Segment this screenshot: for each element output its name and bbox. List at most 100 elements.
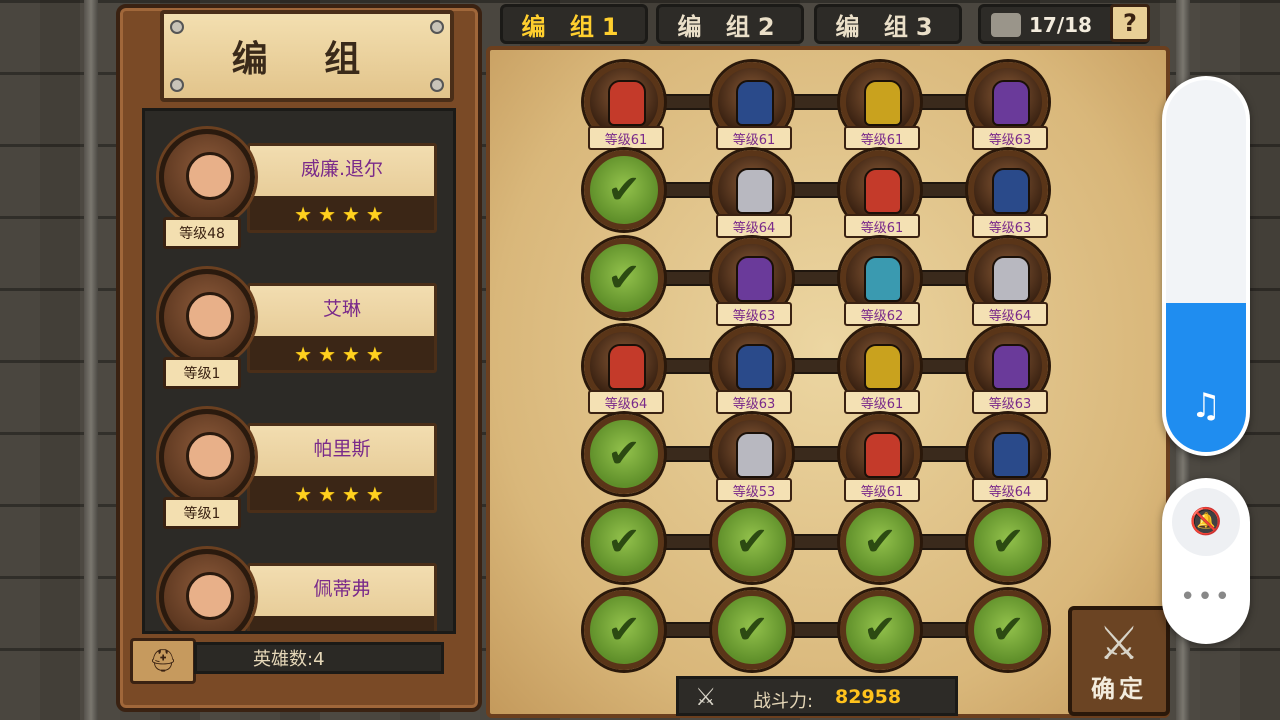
slot-level-badge: 等级63: [972, 214, 1048, 238]
slot-connector: [658, 534, 718, 550]
left-rail: [84, 0, 98, 720]
slot-connector: [786, 622, 846, 638]
combat-power-bar: ⚔ 战斗力: 82958: [676, 676, 958, 716]
music-note-icon: ♫: [1190, 386, 1222, 426]
hero-count-bar: ⛑ 英雄数:4: [130, 638, 448, 684]
hero-name: 威廉.退尔: [300, 158, 384, 180]
star-rating: ★★★★: [294, 342, 390, 366]
slot-connector: [914, 622, 974, 638]
slot-connector: [914, 446, 974, 462]
checkmark-icon: ✔: [991, 519, 1025, 565]
slot-connector: [786, 182, 846, 198]
tab-team-1[interactable]: 编 组1: [500, 4, 648, 44]
hero-sprite-icon: [736, 168, 774, 214]
slot-level-badge: 等级61: [844, 126, 920, 150]
slot-level-badge: 等级64: [972, 302, 1048, 326]
slot-level-badge: 等级64: [972, 478, 1048, 502]
slot-connector: [658, 622, 718, 638]
checkmark-icon: ✔: [607, 519, 641, 565]
hero-sprite-icon: [864, 80, 902, 126]
slot-level-badge: 等级62: [844, 302, 920, 326]
confirm-label: 确定: [1091, 675, 1147, 703]
slot-level-badge: 等级63: [972, 390, 1048, 414]
hero-sprite-icon: [992, 256, 1030, 302]
star-rating: ★★★★: [294, 482, 390, 506]
hero-card[interactable]: 艾琳 ★★★★ 等级1: [151, 265, 451, 389]
hero-sprite-icon: [736, 344, 774, 390]
slot-connector: [914, 270, 974, 286]
hero-level-badge: 等级48: [163, 217, 241, 249]
hero-level-badge: 等级1: [163, 497, 241, 529]
formation-slot-empty[interactable]: ✔: [968, 590, 1048, 670]
hero-level-badge: 等级1: [163, 357, 241, 389]
volume-slider[interactable]: ♫: [1166, 80, 1246, 452]
hero-name: 艾琳: [322, 298, 361, 320]
checkmark-icon: ✔: [863, 607, 897, 653]
slot-level-badge: 等级61: [588, 126, 664, 150]
bell-off-icon[interactable]: 🔕: [1172, 488, 1240, 556]
hero-sprite-icon: [992, 344, 1030, 390]
formation-slot-empty[interactable]: ✔: [840, 590, 920, 670]
crossed-swords-icon: ⚔: [1098, 616, 1140, 670]
helmet-icon: ⛑: [130, 638, 196, 684]
elf-archer-portrait-icon: [159, 269, 255, 365]
formation-slot-empty[interactable]: ✔: [584, 150, 664, 230]
hero-sprite-icon: [864, 432, 902, 478]
slot-connector: [658, 270, 718, 286]
team-size-value: 17/18: [1029, 13, 1092, 37]
hero-plate: 威廉.退尔 ★★★★: [247, 143, 437, 233]
tab-team-2[interactable]: 编 组2: [656, 4, 804, 44]
more-dots-icon[interactable]: •••: [1162, 582, 1250, 612]
title-plaque: 编 组: [160, 10, 454, 102]
hero-sprite-icon: [992, 168, 1030, 214]
hero-name: 佩蒂弗: [313, 578, 371, 600]
help-button[interactable]: ?: [1110, 4, 1150, 42]
checkmark-icon: ✔: [735, 607, 769, 653]
formation-slot-empty[interactable]: ✔: [968, 502, 1048, 582]
formation-slot-empty[interactable]: ✔: [584, 238, 664, 318]
slot-connector: [786, 270, 846, 286]
slot-level-badge: 等级64: [588, 390, 664, 414]
axe-warrior-portrait-icon: [159, 549, 255, 631]
combat-power-value: 82958: [835, 686, 902, 708]
hero-sprite-icon: [736, 432, 774, 478]
star-rating: ★★★★: [294, 202, 390, 226]
hero-sprite-icon: [992, 80, 1030, 126]
formation-slot-empty[interactable]: ✔: [584, 414, 664, 494]
slot-connector: [658, 94, 718, 110]
checkmark-icon: ✔: [991, 607, 1025, 653]
hero-sprite-icon: [864, 168, 902, 214]
checkmark-icon: ✔: [607, 167, 641, 213]
hero-card[interactable]: 帕里斯 ★★★★ 等级1: [151, 405, 451, 529]
formation-slot-empty[interactable]: ✔: [712, 502, 792, 582]
confirm-button[interactable]: ⚔ 确定: [1068, 606, 1170, 716]
slot-level-badge: 等级61: [844, 214, 920, 238]
hero-plate: 佩蒂弗: [247, 563, 437, 631]
slot-level-badge: 等级61: [844, 390, 920, 414]
slot-connector: [786, 534, 846, 550]
formation-slot-empty[interactable]: ✔: [712, 590, 792, 670]
hero-plate: 艾琳 ★★★★: [247, 283, 437, 373]
checkmark-icon: ✔: [863, 519, 897, 565]
checkmark-icon: ✔: [607, 255, 641, 301]
hero-card[interactable]: 威廉.退尔 ★★★★ 等级48: [151, 125, 451, 249]
formation-slot-empty[interactable]: ✔: [840, 502, 920, 582]
slot-level-badge: 等级63: [716, 390, 792, 414]
formation-slot-empty[interactable]: ✔: [584, 590, 664, 670]
hero-sprite-icon: [864, 344, 902, 390]
formation-slot-empty[interactable]: ✔: [584, 502, 664, 582]
tab-team-3[interactable]: 编 组3: [814, 4, 962, 44]
volume-panel: ♫: [1162, 76, 1250, 456]
hero-sprite-icon: [992, 432, 1030, 478]
slot-connector: [914, 94, 974, 110]
team-icon: [991, 13, 1021, 37]
ringer-panel: 🔕 •••: [1162, 478, 1250, 644]
hero-sprite-icon: [608, 80, 646, 126]
hero-name: 帕里斯: [313, 438, 371, 460]
hero-card[interactable]: 佩蒂弗: [151, 545, 451, 631]
slot-connector: [658, 182, 718, 198]
page-title: 编 组: [231, 39, 383, 80]
hero-sprite-icon: [864, 256, 902, 302]
crossed-swords-icon: ⚔: [695, 683, 717, 711]
hero-list[interactable]: 威廉.退尔 ★★★★ 等级48 艾琳 ★★★★ 等级1 帕里斯 ★★★★ 等级1: [142, 108, 456, 634]
